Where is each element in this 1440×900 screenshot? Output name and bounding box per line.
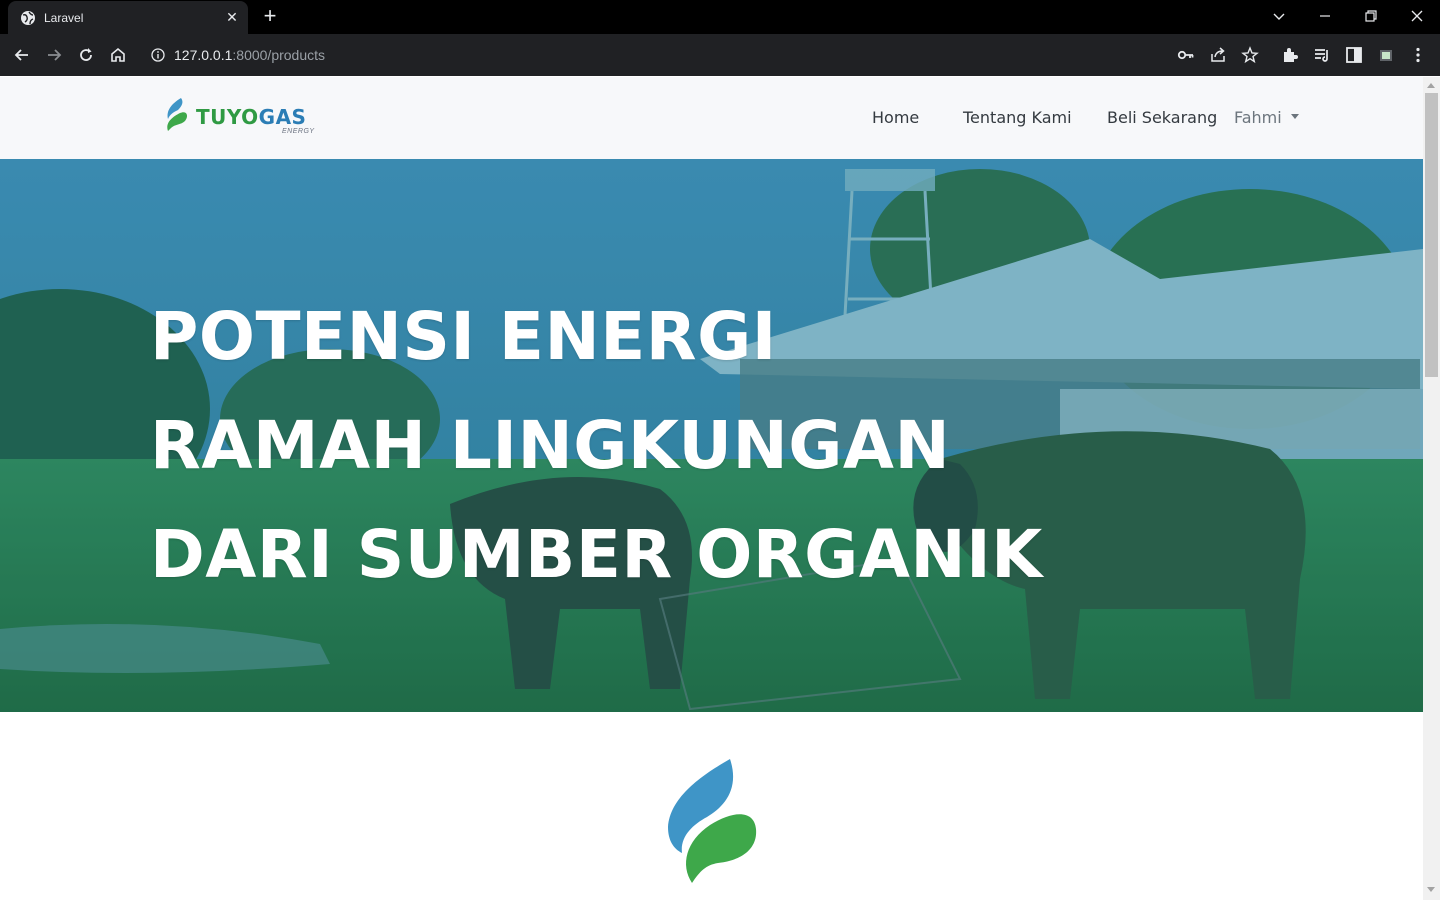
back-icon[interactable] (12, 45, 32, 65)
brand-wordmark-tuyo: TUYO (196, 105, 259, 129)
tab-close-icon[interactable]: ✕ (224, 9, 240, 25)
brand-logo[interactable]: TUYOGAS ENERGY (162, 97, 332, 141)
sidepanel-icon[interactable] (1344, 45, 1364, 65)
extensions-icon[interactable] (1280, 45, 1300, 65)
menu-icon[interactable] (1408, 45, 1428, 65)
hero-heading-line-3: DARI SUMBER ORGANIK (150, 516, 1043, 593)
url-host: 127.0.0.1 (174, 47, 233, 63)
scrollbar-thumb[interactable] (1425, 93, 1438, 377)
hero-heading-line-1: POTENSI ENERGI (150, 298, 777, 375)
key-icon[interactable] (1176, 45, 1196, 65)
browser-tab[interactable]: Laravel ✕ (8, 1, 248, 34)
scroll-down-arrow-icon[interactable] (1427, 887, 1435, 892)
tab-title: Laravel (44, 11, 84, 25)
scroll-up-arrow-icon[interactable] (1427, 83, 1435, 88)
address-bar[interactable]: 127.0.0.1:8000/products (142, 39, 1162, 71)
leaf-logo-icon (167, 98, 188, 131)
hero-banner: POTENSI ENERGI RAMAH LINGKUNGAN DARI SUM… (0, 159, 1423, 712)
browser-tabstrip: Laravel ✕ + (0, 0, 1440, 34)
url-path: :8000/products (232, 47, 326, 63)
brand-wordmark-gas: GAS (258, 105, 307, 129)
nav-tentang-kami[interactable]: Tentang Kami (963, 107, 1072, 129)
star-icon[interactable] (1240, 45, 1260, 65)
user-name: Fahmi (1234, 108, 1282, 127)
leaf-logo-icon (668, 759, 757, 883)
minimize-icon[interactable] (1315, 6, 1335, 26)
reload-icon[interactable] (76, 45, 96, 65)
close-icon[interactable] (1407, 6, 1427, 26)
browser-toolbar: 127.0.0.1:8000/products (0, 34, 1440, 76)
info-icon[interactable] (150, 47, 166, 63)
forward-icon[interactable] (44, 45, 64, 65)
caret-down-icon (1290, 114, 1299, 119)
hero-heading-line-2: RAMAH LINGKUNGAN (150, 407, 951, 484)
profile-icon[interactable] (1376, 45, 1396, 65)
brand-wordmark: TUYOGAS (196, 105, 306, 129)
nav-beli-sekarang[interactable]: Beli Sekarang (1107, 107, 1217, 129)
brand-tagline: ENERGY (282, 128, 315, 135)
home-icon[interactable] (108, 45, 128, 65)
reading-list-icon[interactable] (1312, 45, 1332, 65)
site-navbar: TUYOGAS ENERGY Home Tentang Kami Beli Se… (0, 77, 1423, 160)
page-viewport: TUYOGAS ENERGY Home Tentang Kami Beli Se… (0, 77, 1423, 900)
nav-home[interactable]: Home (872, 107, 919, 129)
share-icon[interactable] (1208, 45, 1228, 65)
user-dropdown[interactable]: Fahmi (1234, 107, 1299, 129)
new-tab-button[interactable]: + (260, 5, 280, 27)
globe-icon (21, 11, 35, 25)
url-text: 127.0.0.1:8000/products (174, 46, 325, 64)
chevron-down-icon[interactable] (1269, 6, 1289, 26)
restore-icon[interactable] (1361, 6, 1381, 26)
page-scrollbar[interactable] (1423, 77, 1440, 900)
